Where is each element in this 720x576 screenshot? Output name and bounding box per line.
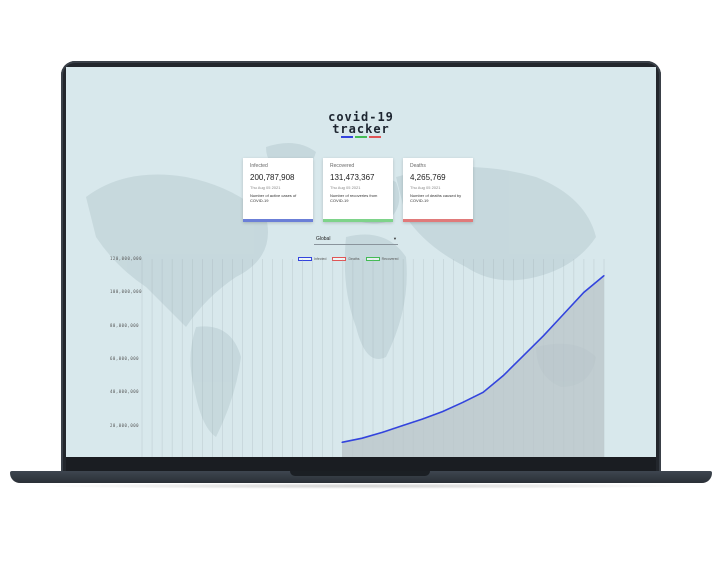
y-tick-label: 100,000,000: [110, 289, 142, 295]
cases-chart: [141, 259, 605, 457]
data-point: [422, 418, 424, 420]
data-point: [522, 355, 524, 357]
data-point: [401, 425, 404, 427]
y-tick-label: 40,000,000: [110, 389, 140, 395]
data-point: [542, 335, 545, 337]
laptop-bottom-bezel: [66, 457, 656, 471]
y-tick-label: 80,000,000: [110, 322, 140, 328]
laptop-screen: covid-19 tracker Infected 200,787,908 Th…: [66, 67, 656, 457]
data-point: [563, 313, 565, 315]
data-point: [603, 275, 605, 277]
data-point: [361, 437, 363, 439]
y-tick-label: 20,000,000: [110, 422, 140, 428]
laptop-shadow: [30, 483, 692, 489]
data-point: [341, 441, 343, 443]
data-point: [482, 391, 484, 393]
data-point: [381, 431, 383, 433]
data-point: [583, 291, 585, 293]
y-tick-label: 120,000,000: [110, 256, 142, 261]
laptop-notch: [290, 471, 430, 476]
data-point: [502, 375, 504, 377]
series-area: [342, 275, 604, 457]
data-point: [462, 401, 464, 403]
data-point: [442, 410, 444, 413]
y-tick-label: 60,000,000: [110, 356, 140, 361]
